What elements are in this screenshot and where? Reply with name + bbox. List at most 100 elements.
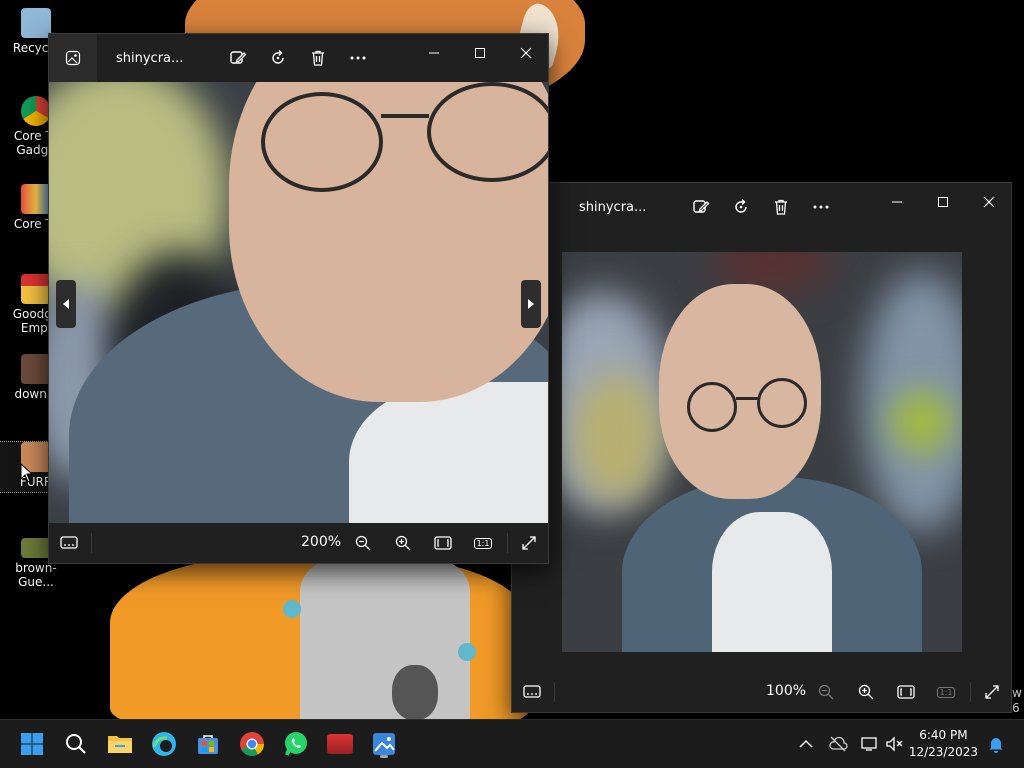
fit-to-window-button[interactable]: [429, 529, 457, 557]
wallpaper-character-shirt: [300, 560, 470, 720]
close-button[interactable]: [503, 38, 549, 68]
start-button[interactable]: [16, 728, 48, 760]
photo-portrait: [562, 252, 962, 652]
volume-muted-icon: [886, 736, 903, 752]
filmstrip-button[interactable]: [55, 529, 83, 557]
edge-browser-icon: [152, 732, 176, 756]
photos-window-secondary[interactable]: shinycra... 100% 1:1: [511, 182, 1012, 713]
filmstrip-icon: [60, 536, 78, 549]
trash-icon: [775, 199, 787, 215]
image-file-icon: [21, 538, 51, 558]
bottom-toolbar: 200% 1:1: [49, 523, 548, 563]
trash-icon: [312, 50, 324, 66]
actual-size-button[interactable]: 1:1: [932, 678, 960, 706]
photo-tshirt: [712, 512, 832, 652]
wallpaper-shape: [283, 600, 301, 618]
desktop-icon-label: brown-Gue...: [15, 561, 57, 589]
core-temp-icon: [21, 184, 51, 214]
taskbar-chrome[interactable]: [236, 728, 268, 760]
recycle-bin-icon: [21, 8, 51, 38]
notification-bell-icon: [989, 738, 1003, 753]
actual-size-button[interactable]: 1:1: [469, 529, 497, 557]
whatsapp-icon: [285, 732, 307, 756]
minimize-button[interactable]: [874, 187, 920, 217]
maximize-button[interactable]: [457, 38, 503, 68]
clock-date: 12/23/2023: [908, 745, 978, 759]
wallpaper-shape: [392, 665, 438, 720]
chevron-up-icon: [799, 739, 813, 748]
close-icon: [983, 196, 995, 208]
filmstrip-button[interactable]: [518, 678, 546, 706]
title-bar[interactable]: shinycra...: [49, 34, 548, 82]
zoom-out-icon: [818, 684, 834, 700]
edit-image-button[interactable]: [687, 193, 715, 221]
photo-glasses-right: [427, 82, 548, 182]
fullscreen-button[interactable]: [515, 529, 543, 557]
window-title: shinycra...: [116, 51, 184, 66]
zoom-in-button[interactable]: [389, 529, 417, 557]
close-button[interactable]: [966, 187, 1012, 217]
actual-size-icon: 1:1: [936, 686, 956, 698]
tray-onedrive[interactable]: [826, 730, 850, 758]
minimize-icon: [892, 201, 902, 203]
chevron-right-icon: [528, 299, 534, 309]
photos-window-primary[interactable]: shinycra... 200% 1:1: [48, 33, 549, 564]
rotate-button[interactable]: [727, 193, 755, 221]
more-options-icon: [813, 205, 829, 209]
photo-glasses-bridge: [736, 397, 758, 400]
photo-bg-blob: [572, 372, 662, 502]
rotate-icon: [272, 50, 284, 64]
toolbar-separator: [554, 682, 555, 702]
goodgame-empire-icon: [21, 274, 51, 304]
photo-bg-blob: [892, 392, 952, 452]
window-title: shinycra...: [579, 200, 647, 215]
more-options-button[interactable]: [807, 193, 835, 221]
image-viewport[interactable]: [512, 231, 1011, 672]
zoom-in-button[interactable]: [852, 678, 880, 706]
taskbar-microsoft-store[interactable]: [192, 728, 224, 760]
search-button[interactable]: [60, 728, 92, 760]
taskbar-file-explorer[interactable]: [104, 728, 136, 760]
zoom-level: 200%: [301, 534, 342, 550]
minimize-button[interactable]: [411, 38, 457, 68]
fit-to-window-icon: [897, 685, 915, 699]
tray-network[interactable]: [858, 730, 882, 758]
delete-button[interactable]: [767, 193, 795, 221]
taskbar-game-app[interactable]: [324, 728, 356, 760]
close-icon: [520, 47, 532, 59]
taskbar-photos[interactable]: [368, 728, 400, 760]
chevron-left-icon: [63, 299, 69, 309]
taskbar-clock[interactable]: 6:40 PM 12/23/2023: [909, 727, 978, 761]
fullscreen-icon: [522, 536, 536, 550]
fit-to-window-button[interactable]: [892, 678, 920, 706]
zoom-level: 100%: [766, 683, 807, 699]
delete-button[interactable]: [304, 44, 332, 72]
toolbar-separator: [970, 682, 971, 702]
title-bar[interactable]: shinycra...: [512, 183, 1011, 231]
zoom-out-button[interactable]: [349, 529, 377, 557]
photo-glasses-left: [261, 92, 383, 192]
next-image-button[interactable]: [521, 280, 541, 328]
minimize-icon: [429, 52, 439, 54]
taskbar-whatsapp[interactable]: [280, 728, 312, 760]
previous-image-button[interactable]: [56, 280, 76, 328]
windows-start-icon: [21, 733, 43, 755]
notifications-button[interactable]: [984, 730, 1008, 758]
fullscreen-button[interactable]: [978, 678, 1006, 706]
taskbar-edge[interactable]: [148, 728, 180, 760]
photo-portrait-zoomed: [49, 82, 548, 523]
image-viewport[interactable]: [49, 82, 548, 523]
active-app-indicator: [380, 755, 388, 758]
filmstrip-icon: [523, 685, 541, 698]
cloud-offline-icon: [829, 736, 848, 752]
maximize-button[interactable]: [920, 187, 966, 217]
zoom-out-button[interactable]: [812, 678, 840, 706]
bottom-toolbar: 100% 1:1: [512, 672, 1011, 712]
more-options-button[interactable]: [344, 44, 372, 72]
tray-volume[interactable]: [882, 730, 906, 758]
edit-image-button[interactable]: [224, 44, 252, 72]
rotate-button[interactable]: [264, 44, 292, 72]
photo-glasses-bridge: [381, 114, 429, 118]
show-hidden-icons-button[interactable]: [794, 730, 818, 758]
app-icon-button[interactable]: [49, 34, 97, 82]
